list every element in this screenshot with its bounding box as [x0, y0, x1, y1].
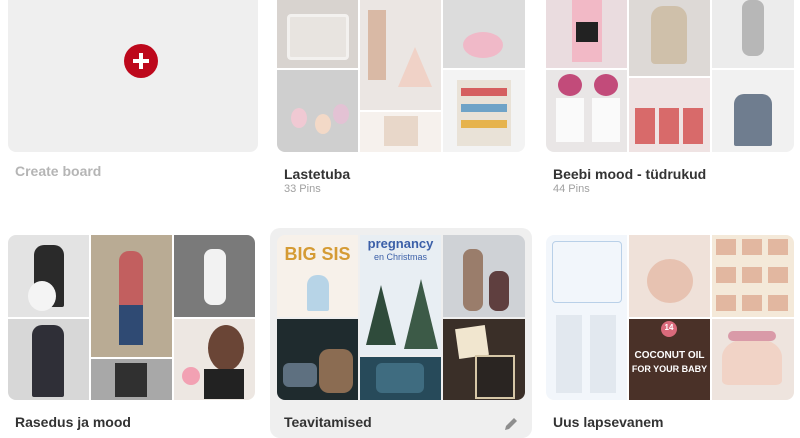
- board-title[interactable]: Beebi mood - tüdrukud: [553, 166, 706, 182]
- cover-image: [174, 235, 255, 317]
- board-title[interactable]: Rasedus ja mood: [15, 414, 131, 430]
- cover-image: [712, 319, 794, 400]
- board-title[interactable]: Lastetuba: [284, 166, 350, 182]
- for-your-baby-text: FOR YOUR BABY: [631, 364, 708, 374]
- cover-image: [8, 235, 89, 317]
- cover-image: [277, 70, 358, 152]
- cover-image: [546, 235, 627, 400]
- board-title[interactable]: Uus lapsevanem: [553, 414, 664, 430]
- big-sis-text: BIG SIS: [284, 244, 351, 264]
- cover-image: [546, 0, 627, 68]
- board-cover-teavitamised[interactable]: BIG SIS pregnancy en Christmas: [277, 235, 525, 400]
- board-title[interactable]: Teavitamised: [284, 414, 372, 430]
- cover-image: [360, 0, 441, 110]
- pin-count: 44 Pins: [553, 183, 590, 195]
- plus-icon[interactable]: [124, 44, 158, 78]
- cover-image: [360, 112, 441, 152]
- cover-image: [629, 0, 710, 76]
- cover-image: [91, 235, 172, 357]
- cover-image: [277, 0, 358, 68]
- board-cover-lastetuba[interactable]: [277, 0, 525, 152]
- pregnancy-text: pregnancy: [367, 236, 434, 251]
- cover-image: [277, 319, 358, 400]
- board-cover-beebi-mood[interactable]: [546, 0, 794, 152]
- cover-image: [443, 235, 525, 317]
- cover-image: [546, 70, 627, 152]
- coconut-oil-text: COCONUT OIL: [634, 350, 705, 361]
- cover-image: [712, 0, 794, 68]
- cover-image: [360, 357, 441, 400]
- cover-image: [629, 78, 710, 152]
- cover-image: [174, 319, 255, 400]
- pin-count: 33 Pins: [284, 183, 321, 195]
- board-cover-uus-lapsevanem[interactable]: 14 COCONUT OIL FOR YOUR BABY: [546, 235, 794, 400]
- cover-image: [8, 319, 89, 400]
- cover-image: [91, 359, 172, 400]
- board-cover-rasedus-ja-mood[interactable]: [8, 235, 255, 400]
- create-board-label[interactable]: Create board: [15, 163, 101, 179]
- cover-image: BIG SIS: [277, 235, 358, 317]
- cover-image: [443, 70, 525, 152]
- cover-image: pregnancy en Christmas: [360, 235, 441, 355]
- cover-image: [443, 0, 525, 68]
- create-board-tile[interactable]: [8, 0, 258, 152]
- cover-image: [712, 70, 794, 152]
- cover-image: [629, 235, 710, 317]
- coconut-number: 14: [664, 323, 674, 332]
- cover-image: [443, 319, 525, 400]
- christmas-text: en Christmas: [373, 252, 427, 262]
- cover-image: [712, 235, 794, 317]
- cover-image: 14 COCONUT OIL FOR YOUR BABY: [629, 319, 710, 400]
